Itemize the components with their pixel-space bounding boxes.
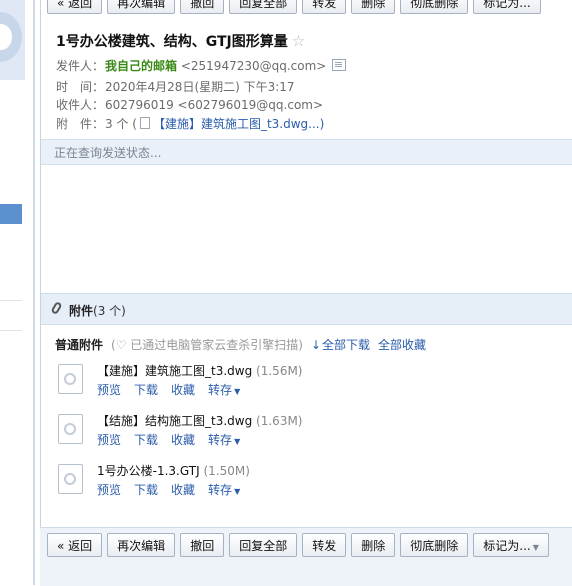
delete-permanently-button[interactable]: 彻底删除 — [400, 533, 469, 557]
attachment-name-row[interactable]: 【建施】建筑施工图_t3.dwg (1.56M) — [97, 362, 302, 379]
mail-subject: 1号办公楼建筑、结构、GTJ图形算量 ☆ — [56, 31, 305, 51]
top-toolbar: « 返回 再次编辑 撤回 回复全部 转发 删除 彻底删除 标记为... — [47, 0, 541, 14]
subject-text: 1号办公楼建筑、结构、GTJ图形算量 — [56, 34, 288, 50]
attachment-label: 附 件： — [56, 117, 105, 131]
reply-all-button[interactable]: 回复全部 — [229, 533, 298, 557]
mail-header: 1号办公楼建筑、结构、GTJ图形算量 ☆ 发件人：我自己的邮箱 <2519472… — [41, 22, 572, 139]
attachments-header: 附件(3 个) — [41, 294, 572, 325]
sender-label: 发件人： — [56, 59, 105, 73]
time-row: 时 间：2020年4月28日(星期二) 下午3:17 — [56, 78, 295, 95]
attachment-size: (1.50M) — [203, 464, 250, 478]
mark-as-label: 标记为... — [483, 0, 531, 10]
normal-attachments-label: 普通附件 — [55, 338, 104, 352]
send-status-text: 正在查询发送状态... — [54, 146, 162, 160]
sidebar-divider — [0, 300, 22, 301]
attachment-actions: 预览 下载 收藏 转存 ▼ — [97, 381, 240, 398]
document-icon — [139, 117, 150, 129]
mark-as-button[interactable]: 标记为... ▼ — [473, 533, 549, 557]
transfer-label: 转存 — [208, 383, 233, 397]
preview-link[interactable]: 预览 — [97, 381, 121, 398]
preview-link[interactable]: 预览 — [97, 481, 121, 498]
transfer-label: 转存 — [208, 483, 233, 497]
attachment-item: 1号办公楼-1.3.GTJ (1.50M) 预览 下载 收藏 转存 ▼ — [58, 462, 558, 504]
sidebar-selected-item[interactable] — [0, 204, 22, 224]
forward-button[interactable]: 转发 — [302, 0, 347, 14]
attachments-count: (3 个) — [93, 304, 126, 318]
file-icon — [58, 414, 83, 444]
delete-permanently-button[interactable]: 彻底删除 — [400, 0, 469, 14]
transfer-dropdown[interactable]: 转存 ▼ — [208, 381, 240, 398]
sender-name[interactable]: 我自己的邮箱 — [105, 59, 177, 73]
preview-link[interactable]: 预览 — [97, 431, 121, 448]
attachments-title: 附件(3 个) — [69, 302, 126, 319]
transfer-dropdown[interactable]: 转存 ▼ — [208, 431, 240, 448]
sender-email: <251947230@qq.com> — [180, 59, 327, 73]
forward-button[interactable]: 转发 — [302, 533, 347, 557]
recall-button[interactable]: 撤回 — [180, 0, 225, 14]
attachments-panel: 附件(3 个) 普通附件 (♡ 已通过电脑管家云查杀引擎扫描) ↓全部下载 全部… — [41, 293, 572, 516]
sender-row: 发件人：我自己的邮箱 <251947230@qq.com> — [56, 57, 347, 74]
attachments-toolbar: 普通附件 (♡ 已通过电脑管家云查杀引擎扫描) ↓全部下载 全部收藏 — [55, 336, 426, 353]
chevron-down-icon: ▼ — [532, 543, 539, 552]
attachment-actions: 预览 下载 收藏 转存 ▼ — [97, 481, 240, 498]
file-icon — [58, 464, 83, 494]
download-all-link[interactable]: ↓全部下载 — [311, 336, 370, 353]
reply-all-button[interactable]: 回复全部 — [229, 0, 298, 14]
back-button[interactable]: « 返回 — [47, 0, 103, 14]
save-link[interactable]: 收藏 — [171, 481, 195, 498]
re-edit-button[interactable]: 再次编辑 — [107, 0, 176, 14]
attachment-row: 附 件：3 个 ( 【建施】建筑施工图_t3.dwg...) — [56, 115, 324, 132]
left-sidebar — [0, 0, 25, 585]
send-status-bar: 正在查询发送状态... — [41, 139, 572, 165]
chevron-down-icon: ▼ — [234, 387, 241, 396]
file-icon — [58, 364, 83, 394]
chevron-down-icon: ▼ — [234, 437, 241, 446]
attachments-title-text: 附件 — [69, 304, 94, 318]
star-icon[interactable]: ☆ — [292, 32, 305, 50]
download-arrow-icon: ↓ — [310, 338, 322, 352]
attachment-size: (1.63M) — [256, 414, 303, 428]
download-link[interactable]: 下载 — [134, 481, 158, 498]
recipient-label: 收件人： — [56, 98, 105, 112]
sidebar-divider — [0, 330, 22, 331]
transfer-label: 转存 — [208, 433, 233, 447]
attachment-name-row[interactable]: 【结施】结构施工图_t3.dwg (1.63M) — [97, 412, 302, 429]
bottom-toolbar: « 返回 再次编辑 撤回 回复全部 转发 删除 彻底删除 标记为... ▼ — [47, 533, 549, 557]
attachment-actions: 预览 下载 收藏 转存 ▼ — [97, 431, 240, 448]
contact-card-icon[interactable] — [332, 59, 347, 71]
attachment-size: (1.56M) — [256, 364, 303, 378]
back-button[interactable]: « 返回 — [47, 533, 103, 557]
attachment-item: 【结施】结构施工图_t3.dwg (1.63M) 预览 下载 收藏 转存 ▼ — [58, 412, 558, 454]
attachment-count: 3 个 ( — [105, 117, 137, 131]
attachment-name-row[interactable]: 1号办公楼-1.3.GTJ (1.50M) — [97, 462, 250, 479]
save-link[interactable]: 收藏 — [171, 431, 195, 448]
attachment-name: 【结施】结构施工图_t3.dwg — [97, 414, 253, 428]
paperclip-icon — [50, 301, 63, 315]
download-link[interactable]: 下载 — [134, 431, 158, 448]
attachment-name: 1号办公楼-1.3.GTJ — [97, 464, 200, 478]
save-link[interactable]: 收藏 — [171, 381, 195, 398]
mark-as-label: 标记为... — [483, 539, 531, 553]
save-all-link[interactable]: 全部收藏 — [378, 336, 426, 353]
time-value: 2020年4月28日(星期二) 下午3:17 — [105, 80, 295, 94]
recipient-value: 602796019 <602796019@qq.com> — [105, 98, 324, 112]
panel-splitter[interactable] — [33, 0, 35, 585]
download-all-label: 全部下载 — [322, 338, 371, 352]
attachment-item: 【建施】建筑施工图_t3.dwg (1.56M) 预览 下载 收藏 转存 ▼ — [58, 362, 558, 404]
scan-note: (♡ 已通过电脑管家云查杀引擎扫描) — [111, 338, 303, 352]
delete-button[interactable]: 删除 — [351, 0, 396, 14]
time-label: 时 间： — [56, 80, 105, 94]
download-link[interactable]: 下载 — [134, 381, 158, 398]
attachment-name: 【建施】建筑施工图_t3.dwg — [97, 364, 253, 378]
re-edit-button[interactable]: 再次编辑 — [107, 533, 176, 557]
recipient-row: 收件人：602796019 <602796019@qq.com> — [56, 96, 323, 113]
attachment-summary-link[interactable]: 【建施】建筑施工图_t3.dwg...) — [153, 117, 324, 131]
transfer-dropdown[interactable]: 转存 ▼ — [208, 481, 240, 498]
recall-button[interactable]: 撤回 — [180, 533, 225, 557]
mark-as-button[interactable]: 标记为... — [473, 0, 541, 14]
delete-button[interactable]: 删除 — [351, 533, 396, 557]
chevron-down-icon: ▼ — [234, 487, 241, 496]
